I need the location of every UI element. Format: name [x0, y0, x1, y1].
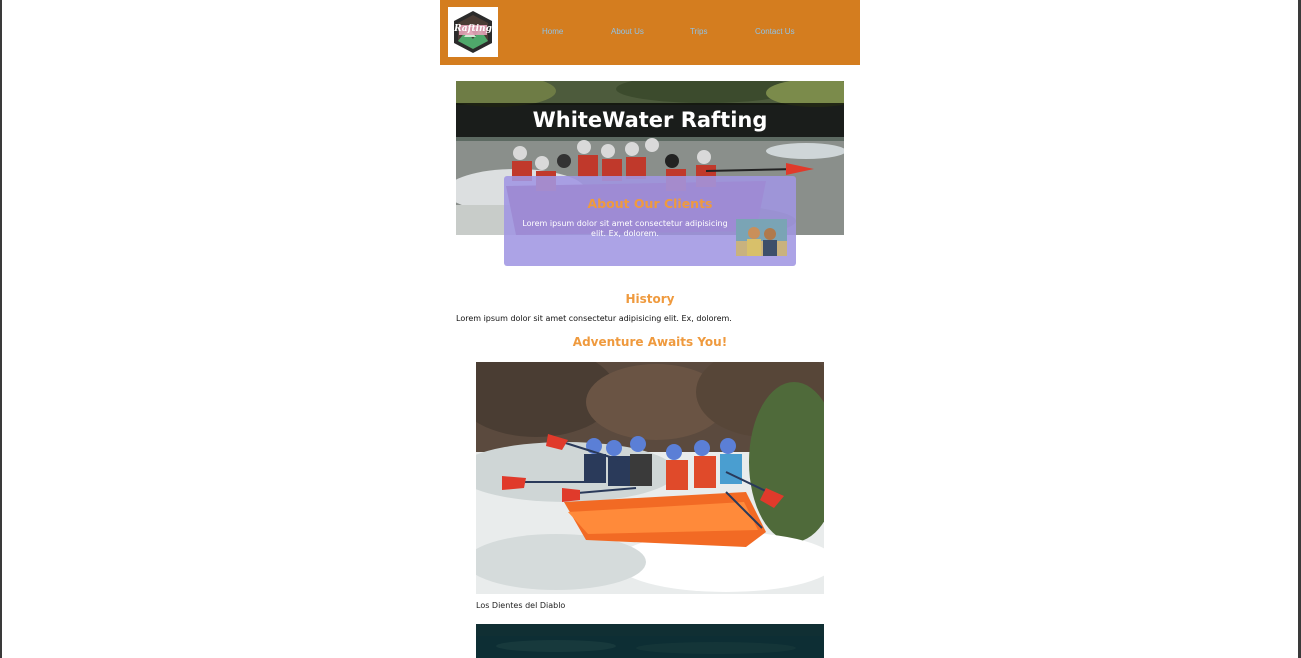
- site-logo[interactable]: Rafting: [448, 7, 498, 57]
- history-text: Lorem ipsum dolor sit amet consectetur a…: [456, 314, 732, 323]
- nav-link-trips[interactable]: Trips: [690, 27, 707, 36]
- rafting-photo: [476, 362, 824, 594]
- photo-caption: Los Dientes del Diablo: [476, 601, 566, 610]
- logo-text: Rafting: [454, 24, 492, 34]
- hero-title: WhiteWater Rafting: [532, 108, 768, 132]
- about-clients-card: About Our Clients Lorem ipsum dolor sit …: [504, 176, 796, 266]
- window-frame-left: [0, 0, 2, 658]
- second-photo: [476, 624, 824, 658]
- nav-link-contact-us[interactable]: Contact Us: [755, 27, 795, 36]
- nav-link-home[interactable]: Home: [542, 27, 563, 36]
- about-clients-title: About Our Clients: [587, 196, 713, 211]
- history-title: History: [625, 292, 675, 306]
- about-clients-text: Lorem ipsum dolor sit amet consectetur a…: [522, 219, 728, 238]
- second-photo-image: [476, 624, 824, 658]
- client-photo: [736, 219, 787, 256]
- nav-link-about-us[interactable]: About Us: [611, 27, 644, 36]
- adventure-title: Adventure Awaits You!: [572, 335, 728, 349]
- navbar: Rafting Home About Us Trips Contact Us: [440, 0, 860, 65]
